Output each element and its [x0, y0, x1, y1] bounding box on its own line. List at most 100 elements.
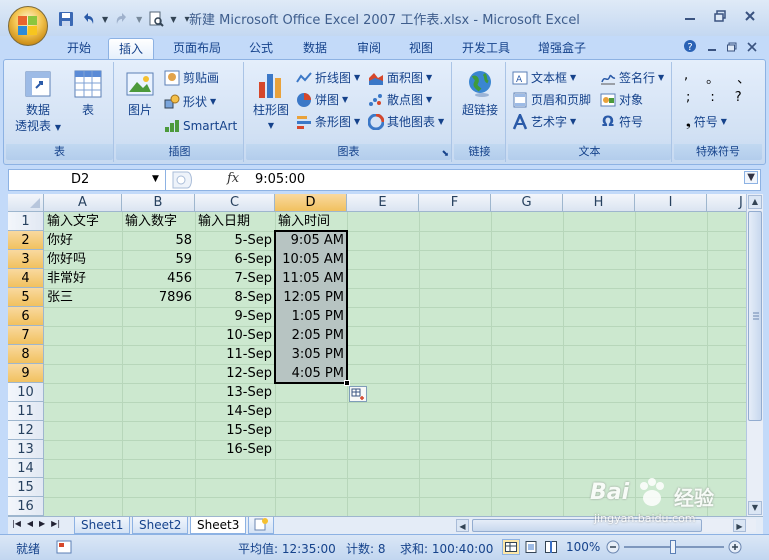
- zoom-level[interactable]: 100%: [566, 540, 600, 554]
- row-header-1[interactable]: 1: [8, 212, 44, 231]
- vertical-scrollbar[interactable]: ▲ ▼: [746, 194, 763, 516]
- tab-data[interactable]: 数据: [294, 38, 336, 60]
- macro-record-icon[interactable]: [56, 539, 72, 558]
- row-header-14[interactable]: 14: [8, 459, 44, 478]
- row-header-8[interactable]: 8: [8, 345, 44, 364]
- cell-d2[interactable]: 9:05 AM: [275, 231, 347, 250]
- scatter-chart-button[interactable]: 散点图 ▼: [368, 90, 432, 110]
- area-chart-button[interactable]: 面积图 ▼: [368, 68, 432, 88]
- bar-chart-button[interactable]: 条形图 ▼: [296, 112, 360, 132]
- cell-a2[interactable]: 你好: [44, 231, 122, 250]
- column-header-g[interactable]: G: [491, 194, 563, 212]
- symbol-comma[interactable]: ,: [684, 68, 688, 87]
- minimize-button[interactable]: [679, 6, 701, 26]
- tab-formulas[interactable]: 公式: [240, 38, 282, 60]
- row-header-3[interactable]: 3: [8, 250, 44, 269]
- restore-button[interactable]: [709, 6, 731, 26]
- row-header-7[interactable]: 7: [8, 326, 44, 345]
- shapes-button[interactable]: 形状 ▼: [164, 92, 216, 112]
- expand-formula-bar-icon[interactable]: ▼: [744, 171, 758, 184]
- cell-c3[interactable]: 6-Sep: [195, 250, 275, 269]
- column-header-d[interactable]: D: [275, 194, 347, 212]
- cell-b4[interactable]: 456: [122, 269, 195, 288]
- cell-a4[interactable]: 非常好: [44, 269, 122, 288]
- other-charts-button[interactable]: 其他图表 ▼: [368, 112, 444, 132]
- sheet-tab-sheet1[interactable]: Sheet1: [74, 517, 131, 534]
- sheet-tab-sheet2[interactable]: Sheet2: [132, 517, 189, 534]
- hyperlink-button[interactable]: 超链接: [456, 68, 504, 118]
- cell-a5[interactable]: 张三: [44, 288, 122, 307]
- workbook-restore-icon[interactable]: [727, 41, 737, 55]
- cell-d7[interactable]: 2:05 PM: [275, 326, 347, 345]
- symbol-button[interactable]: Ω 符号: [600, 112, 643, 132]
- vertical-scroll-thumb[interactable]: [748, 211, 762, 421]
- cell-c10[interactable]: 13-Sep: [195, 383, 275, 402]
- row-header-9[interactable]: 9: [8, 364, 44, 383]
- scroll-up-button[interactable]: ▲: [748, 195, 762, 209]
- cell-b5[interactable]: 7896: [122, 288, 195, 307]
- cell-c11[interactable]: 14-Sep: [195, 402, 275, 421]
- row-header-10[interactable]: 10: [8, 383, 44, 402]
- office-button[interactable]: [8, 6, 48, 46]
- row-header-6[interactable]: 6: [8, 307, 44, 326]
- scroll-down-button[interactable]: ▼: [748, 501, 762, 515]
- row-header-5[interactable]: 5: [8, 288, 44, 307]
- zoom-out-icon[interactable]: [606, 540, 620, 557]
- row-header-4[interactable]: 4: [8, 269, 44, 288]
- zoom-in-icon[interactable]: [728, 540, 742, 557]
- cell-c4[interactable]: 7-Sep: [195, 269, 275, 288]
- column-header-c[interactable]: C: [195, 194, 275, 212]
- cell-c1[interactable]: 输入日期: [195, 212, 275, 231]
- charts-dialog-launcher-icon[interactable]: ⬊: [441, 149, 449, 159]
- clipart-button[interactable]: 剪贴画: [164, 68, 219, 88]
- tab-developer[interactable]: 开发工具: [454, 38, 518, 60]
- special-symbol-button[interactable]: ❟ 符号 ▼: [686, 112, 727, 132]
- cell-d5[interactable]: 12:05 PM: [275, 288, 347, 307]
- cell-d8[interactable]: 3:05 PM: [275, 345, 347, 364]
- tab-enhance-box[interactable]: 增强盒子: [530, 38, 594, 60]
- cell-d4[interactable]: 11:05 AM: [275, 269, 347, 288]
- symbol-semicolon[interactable]: ;: [686, 90, 690, 105]
- normal-view-button[interactable]: [502, 539, 520, 555]
- pie-chart-button[interactable]: 饼图 ▼: [296, 90, 348, 110]
- symbol-enum-comma[interactable]: 、: [737, 68, 750, 87]
- cell-c8[interactable]: 11-Sep: [195, 345, 275, 364]
- row-header-16[interactable]: 16: [8, 497, 44, 516]
- row-header-15[interactable]: 15: [8, 478, 44, 497]
- tab-view[interactable]: 视图: [400, 38, 442, 60]
- column-header-f[interactable]: F: [419, 194, 491, 212]
- smartart-button[interactable]: SmartArt: [164, 116, 237, 136]
- cell-c12[interactable]: 15-Sep: [195, 421, 275, 440]
- signature-line-button[interactable]: 签名行 ▼: [600, 68, 664, 88]
- cell-b3[interactable]: 59: [122, 250, 195, 269]
- tab-review[interactable]: 审阅: [348, 38, 390, 60]
- picture-button[interactable]: 图片: [120, 68, 160, 118]
- cell-b2[interactable]: 58: [122, 231, 195, 250]
- column-chart-button[interactable]: 柱形图 ▼: [248, 68, 294, 134]
- name-box-dropdown-icon[interactable]: ▼: [152, 174, 159, 184]
- last-sheet-icon[interactable]: ▶|: [51, 519, 60, 528]
- close-button[interactable]: [739, 6, 761, 26]
- formula-input[interactable]: 9:05:00: [255, 170, 305, 190]
- row-header-2[interactable]: 2: [8, 231, 44, 250]
- workbook-minimize-icon[interactable]: [707, 41, 717, 55]
- object-button[interactable]: 对象: [600, 90, 643, 110]
- select-all-button[interactable]: [8, 194, 44, 212]
- page-layout-view-button[interactable]: [522, 539, 540, 555]
- table-button[interactable]: 表: [68, 68, 108, 118]
- row-header-13[interactable]: 13: [8, 440, 44, 459]
- name-box[interactable]: D2: [9, 170, 166, 190]
- cell-c7[interactable]: 10-Sep: [195, 326, 275, 345]
- column-header-i[interactable]: I: [635, 194, 707, 212]
- column-header-e[interactable]: E: [347, 194, 419, 212]
- page-break-view-button[interactable]: [542, 539, 560, 555]
- pivot-table-button[interactable]: 数据 透视表 ▼: [12, 68, 64, 136]
- symbol-question[interactable]: ?: [735, 90, 742, 105]
- row-header-11[interactable]: 11: [8, 402, 44, 421]
- symbol-period[interactable]: 。: [706, 68, 719, 87]
- auto-fill-options-button[interactable]: [349, 386, 367, 402]
- tab-home[interactable]: 开始: [58, 38, 100, 60]
- cell-d1[interactable]: 输入时间: [275, 212, 347, 231]
- first-sheet-icon[interactable]: |◀: [12, 519, 21, 528]
- header-footer-button[interactable]: 页眉和页脚: [512, 90, 591, 110]
